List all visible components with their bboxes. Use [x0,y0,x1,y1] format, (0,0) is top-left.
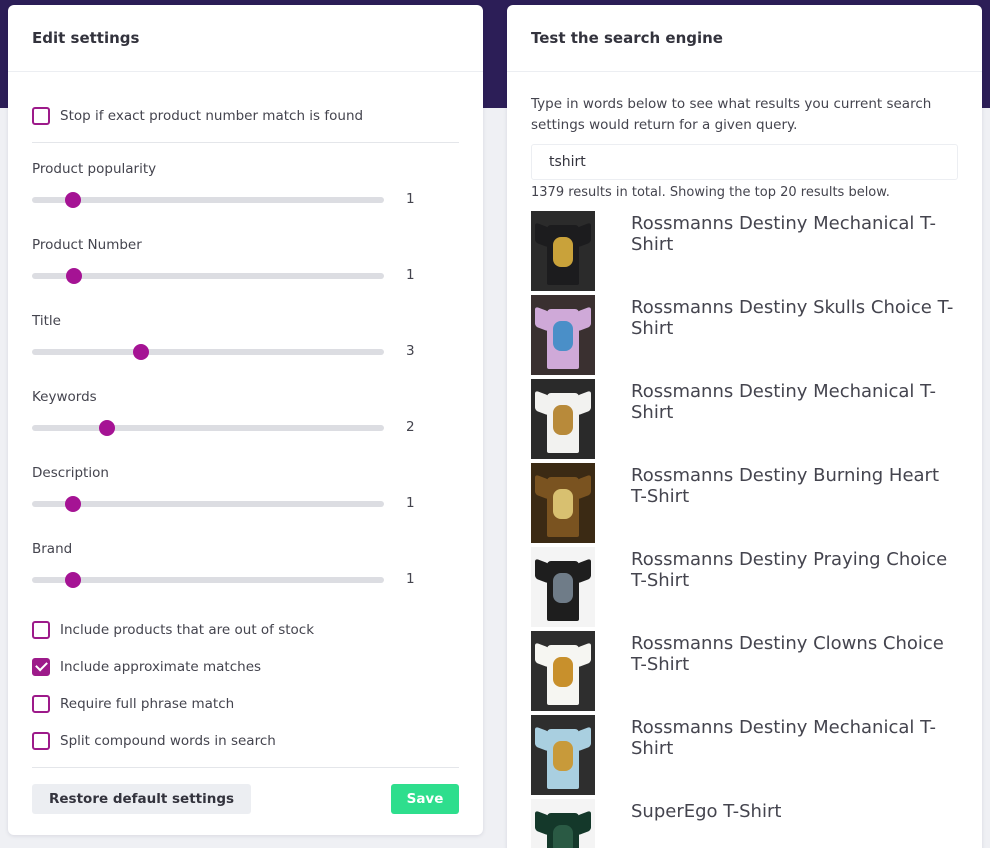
slider-title: Title 3 [32,295,459,371]
result-item[interactable]: Rossmanns Destiny Skulls Choice T-Shirt [531,295,958,379]
weight-sliders: Product popularity 1 Product Number 1 Title 3… [32,143,459,599]
slider-value: 1 [406,495,415,511]
product-image[interactable] [531,295,595,375]
slider-thumb[interactable] [65,496,82,512]
slider-track[interactable] [32,572,384,588]
edit-settings-header: Edit settings [8,5,483,72]
slider-thumb[interactable] [133,344,150,360]
slider-thumb[interactable] [65,268,82,284]
settings-actions: Restore default settings Save [32,784,459,814]
option-include-products-that-are-out-of-stock[interactable]: Include products that are out of stock [32,611,459,648]
search-query-input[interactable] [531,144,958,180]
slider-description: Description 1 [32,447,459,523]
result-item[interactable]: Rossmanns Destiny Mechanical T-Shirt [531,211,958,295]
option-split-compound-words-in-search[interactable]: Split compound words in search [32,722,459,759]
option-include-approximate-matches[interactable]: Include approximate matches [32,648,459,685]
result-item[interactable]: Rossmanns Destiny Clowns Choice T-Shirt [531,631,958,715]
search-intro-text: Type in words below to see what results … [531,96,932,133]
slider-track[interactable] [32,192,384,208]
slider-label: Brand [32,541,73,557]
slider-brand: Brand 1 [32,523,459,599]
settings-form: Stop if exact product number match is fo… [8,97,483,814]
option-label: Split compound words in search [60,732,276,749]
product-image[interactable] [531,463,595,543]
results-list: Rossmanns Destiny Mechanical T-Shirt Ross… [531,211,958,848]
slider-thumb[interactable] [65,192,82,208]
tshirt-icon [535,471,591,537]
result-title-link[interactable]: Rossmanns Destiny Burning Heart T-Shirt [631,465,958,547]
option-label: Include approximate matches [60,658,262,675]
slider-track[interactable] [32,344,384,360]
slider-product-popularity: Product popularity 1 [32,143,459,219]
result-item[interactable]: Rossmanns Destiny Mechanical T-Shirt [531,715,958,799]
product-image[interactable] [531,715,595,795]
slider-label: Title [32,313,61,329]
restore-defaults-button[interactable]: Restore default settings [32,784,252,814]
option-label: Include products that are out of stock [60,621,315,638]
result-item[interactable]: Rossmanns Destiny Praying Choice T-Shirt [531,547,958,631]
product-image[interactable] [531,211,595,291]
slider-thumb[interactable] [65,572,82,588]
stop-exact-match-option[interactable]: Stop if exact product number match is fo… [32,97,459,134]
slider-value: 3 [406,343,415,359]
search-test-body: Type in words below to see what results … [507,94,982,848]
divider [32,767,459,768]
option-checkbox[interactable] [32,694,50,713]
slider-thumb[interactable] [98,420,115,436]
slider-label: Product Number [32,237,142,253]
option-checkbox[interactable] [32,657,50,676]
edit-settings-title: Edit settings [32,29,140,47]
product-image[interactable] [531,799,595,848]
product-image[interactable] [531,379,595,459]
slider-track[interactable] [32,496,384,512]
slider-label: Keywords [32,389,97,405]
tshirt-icon [535,387,591,453]
tshirt-icon [535,807,591,848]
edit-settings-panel: Edit settings Stop if exact product numb… [8,5,483,835]
tshirt-icon [535,555,591,621]
option-label: Require full phrase match [60,695,235,712]
slider-track[interactable] [32,420,384,436]
search-test-panel: Test the search engine Type in words bel… [507,5,982,848]
result-title-link[interactable]: Rossmanns Destiny Mechanical T-Shirt [631,213,958,295]
results-summary: 1379 results in total. Showing the top 2… [531,185,890,200]
slider-product-number: Product Number 1 [32,219,459,295]
slider-track[interactable] [32,268,384,284]
search-test-header: Test the search engine [507,5,982,72]
result-title-link[interactable]: SuperEgo T-Shirt [631,801,958,848]
slider-label: Product popularity [32,161,157,177]
option-checkbox[interactable] [32,620,50,639]
slider-keywords: Keywords 2 [32,371,459,447]
result-item[interactable]: SuperEgo T-Shirt [531,799,958,848]
slider-value: 2 [406,419,415,435]
option-require-full-phrase-match[interactable]: Require full phrase match [32,685,459,722]
result-title-link[interactable]: Rossmanns Destiny Mechanical T-Shirt [631,381,958,463]
product-image[interactable] [531,631,595,711]
tshirt-icon [535,303,591,369]
search-options: Include products that are out of stock In… [32,611,459,759]
stop-exact-match-checkbox[interactable] [32,106,50,125]
result-title-link[interactable]: Rossmanns Destiny Skulls Choice T-Shirt [631,297,958,379]
result-item[interactable]: Rossmanns Destiny Burning Heart T-Shirt [531,463,958,547]
product-image[interactable] [531,547,595,627]
result-item[interactable]: Rossmanns Destiny Mechanical T-Shirt [531,379,958,463]
tshirt-icon [535,639,591,705]
slider-value: 1 [406,191,415,207]
option-checkbox[interactable] [32,731,50,750]
slider-label: Description [32,465,109,481]
slider-value: 1 [406,571,415,587]
tshirt-icon [535,723,591,789]
slider-value: 1 [406,267,415,283]
result-title-link[interactable]: Rossmanns Destiny Praying Choice T-Shirt [631,549,958,631]
tshirt-icon [535,219,591,285]
result-title-link[interactable]: Rossmanns Destiny Clowns Choice T-Shirt [631,633,958,715]
result-title-link[interactable]: Rossmanns Destiny Mechanical T-Shirt [631,717,958,799]
search-test-title: Test the search engine [531,29,723,47]
save-button[interactable]: Save [391,784,459,814]
stop-exact-match-label: Stop if exact product number match is fo… [60,107,364,124]
